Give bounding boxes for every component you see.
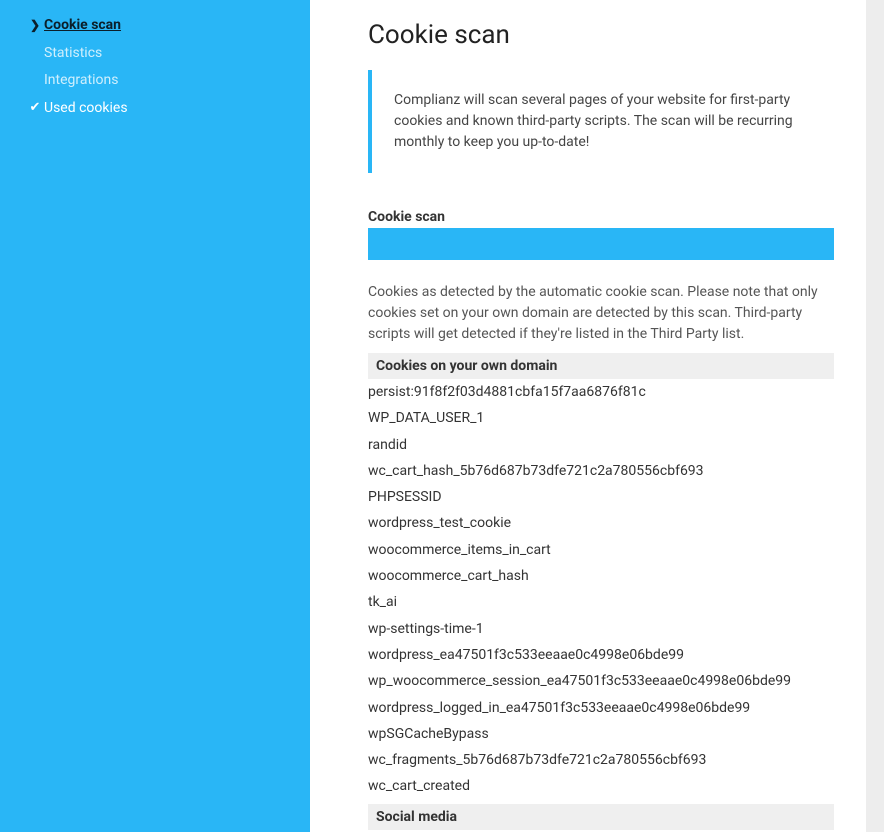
list-item: wordpress_test_cookie [368,510,834,536]
right-gutter [866,0,884,832]
sidebar: ❯ Cookie scan Statistics Integrations ✔ … [0,0,310,832]
sidebar-item-statistics[interactable]: Statistics [0,40,310,68]
list-item: wp-settings-time-1 [368,616,834,642]
sidebar-item-label: Used cookies [44,99,292,119]
list-item: wordpress_logged_in_ea47501f3c533eeaae0c… [368,695,834,721]
check-icon: ✔ [28,99,42,117]
list-item: randid [368,432,834,458]
list-item: wc_cart_created [368,773,834,799]
list-item: wpSGCacheBypass [368,721,834,747]
group-header-social-media: Social media [368,804,834,830]
list-item: persist:91f8f2f03d4881cbfa15f7aa6876f81c [368,379,834,405]
sidebar-item-used-cookies[interactable]: ✔ Used cookies [0,95,310,123]
page-title: Cookie scan [368,20,834,50]
sidebar-item-label: Statistics [44,44,292,64]
sidebar-item-cookie-scan[interactable]: ❯ Cookie scan [0,12,310,40]
list-item: wc_cart_hash_5b76d687b73dfe721c2a780556c… [368,458,834,484]
list-item: PHPSESSID [368,484,834,510]
list-item: woocommerce_items_in_cart [368,537,834,563]
scan-progress-bar [368,228,834,260]
own-domain-cookie-list: persist:91f8f2f03d4881cbfa15f7aa6876f81c… [368,379,834,800]
sidebar-item-integrations[interactable]: Integrations [0,67,310,95]
list-item: wordpress_ea47501f3c533eeaae0c4998e06bde… [368,642,834,668]
group-header-own-domain: Cookies on your own domain [368,353,834,379]
chevron-right-icon: ❯ [28,17,42,34]
list-item: tk_ai [368,589,834,615]
list-item: woocommerce_cart_hash [368,563,834,589]
list-item: WP_DATA_USER_1 [368,405,834,431]
sidebar-item-label: Integrations [44,71,292,91]
help-text: Cookies as detected by the automatic coo… [368,282,834,345]
main-content: Cookie scan Complianz will scan several … [310,0,866,832]
section-label: Cookie scan [368,209,834,225]
sidebar-item-label: Cookie scan [44,16,292,36]
list-item: wp_woocommerce_session_ea47501f3c533eeaa… [368,668,834,694]
info-callout: Complianz will scan several pages of you… [368,70,834,173]
list-item: wc_fragments_5b76d687b73dfe721c2a780556c… [368,747,834,773]
